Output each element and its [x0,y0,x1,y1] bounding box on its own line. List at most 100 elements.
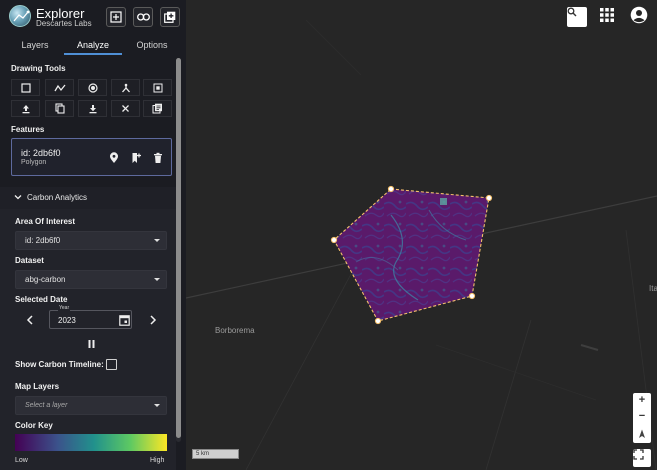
draw-circle-button[interactable] [78,79,107,96]
color-key-gradient [15,434,167,451]
caret-down-icon [154,404,160,407]
year-input[interactable]: Year 2023 [49,305,132,329]
carbon-analytics-header[interactable]: Carbon Analytics [0,187,176,209]
draw-point-button[interactable] [111,79,140,96]
chevron-left-icon [26,315,33,325]
area-of-interest-label: Area Of Interest [15,217,76,226]
account-circle-icon [630,6,648,24]
map-scale-bar: 5 km [192,449,239,459]
feature-type: Polygon [21,159,47,166]
polygon-vertex-handle [387,185,395,193]
download-button[interactable] [78,100,107,117]
bookmark-feature-button[interactable] [130,151,142,163]
color-key-low-label: Low [15,457,28,464]
feature-item[interactable]: id: 2db6f0 Polygon [11,138,172,176]
add-layer-icon [164,11,176,23]
tab-analyze[interactable]: Analyze [64,36,122,54]
search-icon [567,7,577,17]
aoi-polygon[interactable] [330,185,493,325]
color-key-label: Color Key [15,421,53,430]
zoom-out-button[interactable]: − [633,410,651,422]
dataset-value: abg-carbon [25,275,66,284]
tab-options[interactable]: Options [128,36,176,54]
trash-icon [154,152,162,163]
map-pin-icon [110,152,118,163]
active-tab-indicator [64,53,122,55]
place-label-ita: Ita [649,284,657,293]
fullscreen-button[interactable] [633,449,651,467]
area-of-interest-select[interactable]: id: 2db6f0 [15,231,167,250]
list-icon [152,103,162,114]
add-bookmark-button[interactable] [106,7,126,27]
apps-menu-button[interactable] [599,7,619,27]
scrollbar-thumb[interactable] [176,58,181,438]
caret-down-icon [154,239,160,242]
locate-feature-button[interactable] [108,151,120,163]
draw-rectangle-button[interactable] [11,79,40,96]
pause-icon [88,340,95,348]
download-icon [89,104,96,113]
copy-icon [54,103,65,114]
polygon-vertex-handle [485,194,493,202]
fullscreen-icon [633,449,644,460]
select-shape-button[interactable] [143,79,172,96]
chevron-down-icon [14,195,22,200]
year-value: 2023 [58,316,76,325]
link-icon [136,13,150,21]
caret-down-icon [154,278,160,281]
selected-date-label: Selected Date [15,295,68,304]
pause-button[interactable] [87,336,96,354]
next-year-button[interactable] [149,315,157,327]
globe-logo-icon [9,5,31,27]
feature-id: id: 2db6f0 [21,148,61,158]
draw-point-icon [121,83,130,92]
dataset-select[interactable]: abg-carbon [15,270,167,289]
sidebar-tabs: Layers Analyze Options [0,36,186,56]
app-header: Explorer Descartes Labs [0,0,186,34]
copy-button[interactable] [45,100,74,117]
draw-polyline-icon [53,84,66,91]
map-layers-label: Map Layers [15,382,60,391]
color-key-high-label: High [150,457,165,464]
bookmark-add-icon [132,153,141,163]
draw-rectangle-icon [20,82,31,93]
place-label-borborema: Borborema [215,326,255,335]
map-view[interactable]: Borborema Ita + − 5 km [186,0,657,470]
carbon-timeline-checkbox[interactable] [106,359,117,370]
scale-label: 5 km [196,451,210,457]
upload-button[interactable] [11,100,40,117]
area-of-interest-value: id: 2db6f0 [25,236,61,245]
map-search-button[interactable] [567,7,587,27]
previous-year-button[interactable] [26,315,34,327]
app-subtitle: Descartes Labs [36,19,92,28]
apps-grid-icon [600,8,614,22]
features-label: Features [11,125,45,134]
list-button[interactable] [143,100,172,117]
tab-layers[interactable]: Layers [12,36,58,54]
map-layers-placeholder: Select a layer [25,402,68,409]
copy-link-button[interactable] [133,7,153,27]
chevron-right-icon [150,315,157,325]
drawing-tools-label: Drawing Tools [11,64,66,73]
zoom-in-button[interactable]: + [633,394,651,406]
account-button[interactable] [630,6,650,26]
polygon-vertex-handle [374,317,382,325]
carbon-analytics-title: Carbon Analytics [27,193,88,202]
upload-icon [22,104,29,113]
sidebar: Explorer Descartes Labs Layers Analyze O… [0,0,186,470]
polygon-vertex-handle [468,292,476,300]
select-shape-icon [153,83,162,92]
map-layers-select[interactable]: Select a layer [15,396,167,415]
sidebar-scrollbar[interactable] [176,58,181,442]
zoom-controls: + − [633,393,651,443]
map-canvas[interactable] [186,0,657,470]
carbon-timeline-label: Show Carbon Timeline: [15,360,104,369]
delete-feature-button[interactable] [152,151,164,163]
calendar-icon[interactable] [119,314,130,326]
add-layer-button[interactable] [160,7,180,27]
clear-button[interactable] [111,100,140,117]
draw-circle-icon [87,82,98,93]
year-field-label: Year [58,305,71,311]
draw-polyline-button[interactable] [45,79,74,96]
compass-north-icon[interactable] [638,429,646,439]
